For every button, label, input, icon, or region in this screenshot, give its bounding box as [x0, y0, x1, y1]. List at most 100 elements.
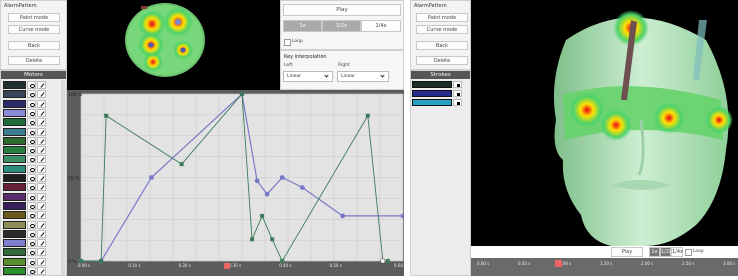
pencil-icon[interactable]	[37, 118, 46, 127]
pencil-icon[interactable]	[37, 220, 46, 229]
motor-color-swatch[interactable]	[3, 267, 26, 275]
motor-row[interactable]	[3, 155, 48, 164]
motor-row[interactable]	[3, 229, 48, 238]
pencil-icon[interactable]	[37, 99, 46, 108]
curve-chart[interactable]: 100 % 50 % 0 %0.00 s 0.10 s 0.20 s 0.30 s 0.40…	[67, 90, 406, 276]
series-point[interactable]	[264, 191, 270, 197]
motor-color-swatch[interactable]	[3, 211, 26, 220]
motor-color-swatch[interactable]	[3, 146, 26, 155]
series-point[interactable]	[99, 259, 104, 263]
series-point[interactable]	[254, 178, 260, 184]
pencil-icon[interactable]	[37, 257, 46, 266]
motor-row[interactable]	[3, 136, 48, 145]
motor-color-swatch[interactable]	[3, 229, 26, 238]
eye-icon[interactable]	[27, 229, 36, 238]
pencil-icon[interactable]	[37, 146, 46, 155]
pencil-icon[interactable]	[37, 239, 46, 248]
series-point[interactable]	[79, 259, 83, 263]
motors-scrollbar[interactable]	[61, 80, 65, 275]
series-point[interactable]	[149, 175, 154, 180]
eye-icon[interactable]	[27, 257, 36, 266]
series-point[interactable]	[299, 185, 305, 190]
motor-color-swatch[interactable]	[3, 257, 26, 266]
series-point[interactable]	[260, 213, 265, 218]
stroke-row[interactable]	[412, 81, 462, 88]
motor-color-swatch[interactable]	[3, 155, 26, 164]
pencil-icon[interactable]	[37, 174, 46, 182]
motor-color-swatch[interactable]	[3, 248, 26, 257]
motor-row[interactable]	[3, 146, 48, 155]
motor-color-swatch[interactable]	[3, 164, 26, 173]
eye-icon[interactable]	[27, 81, 36, 89]
motor-color-swatch[interactable]	[3, 220, 26, 229]
motor-row[interactable]	[3, 90, 48, 99]
speed-1x-button[interactable]: 1x	[283, 20, 322, 32]
pencil-icon[interactable]	[37, 90, 46, 99]
trash-icon[interactable]	[453, 99, 462, 106]
motor-color-swatch[interactable]	[3, 201, 26, 210]
motor-row[interactable]	[3, 183, 48, 192]
right-loop-checkbox[interactable]	[685, 249, 692, 256]
right-speed-1x-button[interactable]: 1x	[649, 247, 660, 257]
motor-color-swatch[interactable]	[3, 127, 26, 136]
series-point[interactable]	[270, 237, 275, 242]
motor-row[interactable]	[3, 174, 48, 182]
back-button[interactable]: Back	[8, 41, 60, 50]
motor-row[interactable]	[3, 108, 48, 117]
right-play-button[interactable]: Play	[611, 247, 643, 257]
trash-icon[interactable]	[453, 90, 462, 97]
eye-icon[interactable]	[27, 127, 36, 136]
stroke-row[interactable]	[412, 90, 462, 97]
eye-icon[interactable]	[27, 211, 36, 220]
motor-row[interactable]	[3, 239, 48, 248]
motor-color-swatch[interactable]	[3, 108, 26, 117]
curve-editor[interactable]: 100 % 50 % 0 % 0.00 s 0.10 s 0.20 s 0.30 s 0.40…	[67, 90, 406, 276]
pencil-icon[interactable]	[37, 155, 46, 164]
pencil-icon[interactable]	[37, 164, 46, 173]
pencil-icon[interactable]	[37, 267, 46, 275]
right-timeline[interactable]: 0.00 s 0.50 s 1.00 s 1.50 s 2.00 s 2.50 s 3.00…	[471, 258, 738, 276]
motor-row[interactable]	[3, 201, 48, 210]
selected-key-point[interactable]	[380, 258, 386, 264]
speed-quarter-button[interactable]: 1/4x	[361, 20, 401, 32]
series-point[interactable]	[340, 213, 346, 219]
motor-row[interactable]	[3, 127, 48, 136]
right-curve-mode-button[interactable]: Curve mode	[416, 25, 468, 34]
motor-row[interactable]	[3, 211, 48, 220]
eye-icon[interactable]	[27, 220, 36, 229]
motor-row[interactable]	[3, 267, 48, 275]
eye-icon[interactable]	[27, 155, 36, 164]
pencil-icon[interactable]	[37, 108, 46, 117]
series-point[interactable]	[385, 259, 390, 263]
motor-color-swatch[interactable]	[3, 90, 26, 99]
motor-color-swatch[interactable]	[3, 183, 26, 192]
motor-row[interactable]	[3, 192, 48, 201]
head-viewport[interactable]	[67, 0, 280, 90]
pencil-icon[interactable]	[37, 183, 46, 192]
stroke-color-swatch[interactable]	[412, 90, 452, 97]
trash-icon[interactable]	[453, 81, 462, 88]
motor-row[interactable]	[3, 220, 48, 229]
eye-icon[interactable]	[27, 108, 36, 117]
speed-half-button[interactable]: 1/2x	[322, 20, 361, 32]
right-speed-quarter-button[interactable]: 1/4x	[671, 247, 683, 257]
eye-icon[interactable]	[27, 146, 36, 155]
paint-mode-button[interactable]: Paint mode	[8, 13, 60, 22]
stroke-row[interactable]	[412, 99, 462, 106]
loop-checkbox[interactable]	[284, 39, 291, 46]
motor-row[interactable]	[3, 248, 48, 257]
eye-icon[interactable]	[27, 248, 36, 257]
eye-icon[interactable]	[27, 192, 36, 201]
eye-icon[interactable]	[27, 90, 36, 99]
delete-button[interactable]: Delete	[8, 56, 60, 65]
pencil-icon[interactable]	[37, 127, 46, 136]
eye-icon[interactable]	[27, 201, 36, 210]
motor-row[interactable]	[3, 99, 48, 108]
series-point[interactable]	[250, 237, 255, 242]
stroke-color-swatch[interactable]	[412, 99, 452, 106]
motor-row[interactable]	[3, 164, 48, 173]
eye-icon[interactable]	[27, 267, 36, 275]
pencil-icon[interactable]	[37, 136, 46, 145]
right-delete-button[interactable]: Delete	[416, 56, 468, 65]
pencil-icon[interactable]	[37, 248, 46, 257]
